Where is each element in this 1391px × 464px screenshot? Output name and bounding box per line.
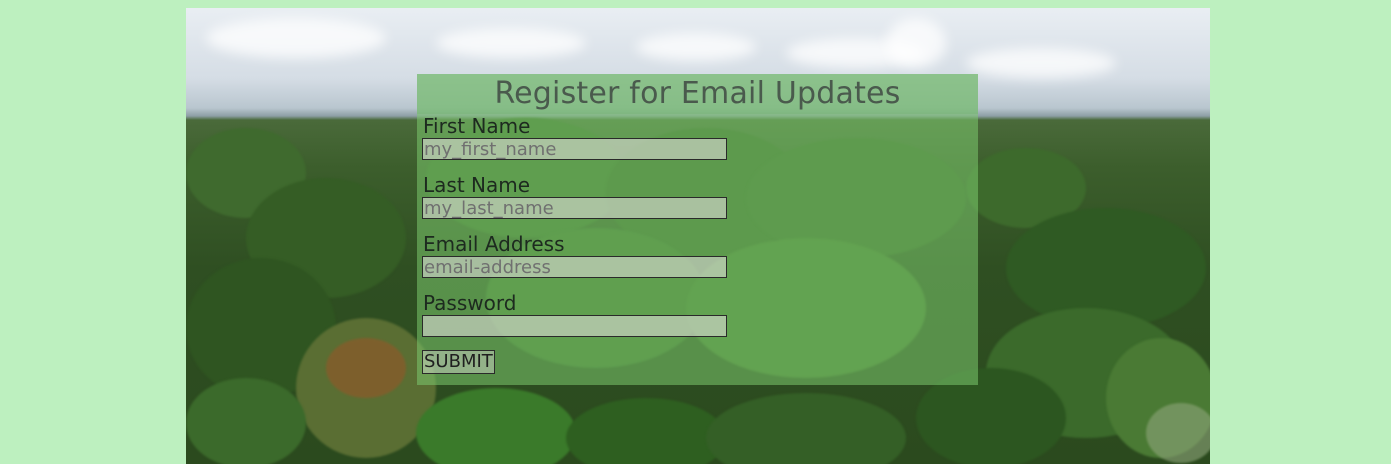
email-address-label: Email Address [423,232,565,256]
last-name-label: Last Name [423,173,531,197]
form-title: Register for Email Updates [494,76,901,111]
email-address-input[interactable] [422,256,727,278]
form-header: Register for Email Updates [417,74,978,114]
first-name-label: First Name [423,114,531,138]
last-name-input[interactable] [422,197,727,219]
submit-button[interactable]: SUBMIT [422,350,495,374]
password-label: Password [423,291,517,315]
registration-form-panel: Register for Email Updates First Name La… [417,74,978,385]
first-name-input[interactable] [422,138,727,160]
password-input[interactable] [422,315,727,337]
